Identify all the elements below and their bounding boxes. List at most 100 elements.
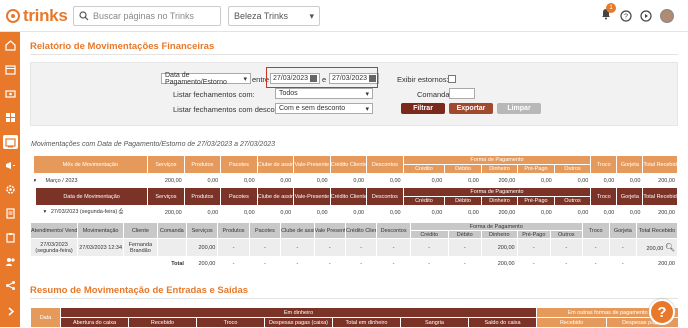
table-cell: 0,00 (256, 173, 295, 188)
reports-icon[interactable] (3, 135, 18, 149)
table-cell: - (313, 238, 346, 257)
table-cell: 0,00 (366, 205, 404, 220)
col-header: Gorjeta (608, 222, 637, 239)
col-header: Dinheiro (480, 164, 519, 174)
list-closings-select[interactable]: Todos ▾ (275, 88, 373, 99)
col-header: Serviços (147, 187, 185, 206)
table-cell: 200,00 (642, 205, 678, 220)
command-input[interactable] (449, 88, 475, 99)
table-cell: - (516, 256, 552, 271)
grid-icon[interactable] (5, 112, 16, 123)
expand-sidebar-icon[interactable] (5, 306, 16, 317)
table-cell: - (248, 256, 282, 271)
col-header: Produtos (183, 155, 222, 174)
col-header: Vale-Presente (293, 187, 331, 206)
notification-button[interactable]: 1 (600, 3, 616, 25)
table-cell: - (248, 238, 282, 257)
col-header: Pacotes (220, 155, 258, 174)
total-label: Total (30, 256, 187, 271)
table-cell: 200,00 🔍︎ (635, 238, 679, 257)
month-row[interactable]: ▾ Março / 2023 200,00 0,00 0,00 0,00 0,0… (32, 173, 678, 188)
col-header: Abertura do caixa (60, 317, 129, 328)
chevron-down-icon: ▾ (243, 75, 247, 83)
table-cell: Fernanda Brandão (123, 238, 158, 257)
table-cell: - (550, 256, 583, 271)
collapse-toggle-icon[interactable]: ▾ (44, 209, 47, 215)
date-type-select[interactable]: Data de Pagamento/Estorno ▾ (161, 72, 251, 86)
export-button[interactable]: Exportar (449, 103, 493, 114)
clear-button[interactable]: Limpar (497, 103, 541, 114)
table-cell: 0,00 (616, 205, 644, 220)
chevron-down-icon: ▾ (365, 105, 369, 113)
col-header: Crédito (402, 164, 446, 174)
search-placeholder: Buscar páginas no Trinks (93, 11, 195, 21)
table-cell: - (608, 256, 637, 271)
table-cell: 200,00 (480, 173, 519, 188)
col-header: Troco (581, 222, 610, 239)
document-icon[interactable] (5, 208, 16, 219)
payment-group-header: Forma de Pagamento (402, 155, 592, 165)
users-icon[interactable] (5, 256, 16, 267)
avatar[interactable] (660, 9, 674, 23)
play-icon[interactable] (640, 10, 652, 22)
table-row[interactable]: 27/03/2023 (segunda-feira) 27/03/2023 12… (29, 238, 679, 257)
gear-icon[interactable] (5, 184, 16, 195)
print-icon[interactable]: ⎙ (119, 209, 123, 215)
col-header: Dinheiro (480, 196, 519, 206)
collapse-toggle-icon[interactable]: ▾ (34, 178, 36, 184)
table-cell: 0,00 (293, 173, 331, 188)
table-cell: 27/03/2023 12:34 (77, 238, 125, 257)
table-cell: 0,00 (590, 205, 618, 220)
magnifier-icon[interactable]: 🔍︎ (665, 243, 675, 252)
clipboard-icon[interactable] (5, 232, 16, 243)
col-header: Sangria (400, 317, 469, 328)
col-header: Clube de assinaturas (256, 187, 295, 206)
page-title: Relatório de Movimentações Financeiras (30, 41, 215, 52)
col-header: Despesas pagas (caixa) (264, 317, 333, 328)
list-discount-select[interactable]: Com e sem desconto ▾ (275, 103, 373, 114)
help-icon[interactable]: ? (620, 10, 632, 22)
total-row: Total 200,00 - - - - - - - - 200,00 - - … (30, 256, 679, 271)
table-cell: 0,00 (517, 173, 555, 188)
megaphone-icon[interactable] (5, 160, 16, 171)
table-cell: 0,00 (220, 205, 258, 220)
filter-button[interactable]: Filtrar (401, 103, 445, 114)
search-input[interactable]: Buscar páginas no Trinks (73, 6, 221, 26)
share-icon[interactable] (5, 280, 16, 291)
calendar-icon[interactable] (5, 64, 16, 75)
company-name: Beleza Trinks (234, 11, 289, 21)
home-icon[interactable] (5, 40, 16, 51)
col-header: Recebido (536, 317, 608, 328)
detail-total: 200,00 (646, 246, 664, 252)
table-cell: - (409, 256, 449, 271)
help-chat-button[interactable]: ? (649, 299, 675, 325)
cash-icon[interactable] (5, 88, 16, 99)
list-closings-label: Listar fechamentos com: (173, 90, 255, 99)
col-header: Total Recebido (642, 187, 678, 206)
question-icon: ? (657, 303, 667, 321)
table-cell: 27/03/2023 (segunda-feira) (29, 238, 79, 257)
table-cell: - (581, 256, 610, 271)
table-cell: - (608, 238, 637, 257)
company-select[interactable]: Beleza Trinks ▾ (228, 6, 320, 26)
col-header: Pré-Pago (516, 230, 552, 239)
col-header: Débito (444, 164, 482, 174)
table-cell: 0,00 (366, 173, 404, 188)
table-cell: 0,00 (183, 205, 222, 220)
col-header: Crédito (409, 230, 449, 239)
col-header: Crédito (402, 196, 446, 206)
table-cell: - (447, 238, 483, 257)
trinks-logo[interactable]: trinks (6, 6, 68, 26)
col-header: Total Recebido (635, 222, 679, 239)
table-cell: - (313, 256, 346, 271)
table-cell (156, 238, 187, 257)
list-discount-value: Com e sem desconto (279, 105, 346, 112)
summary-table: Data Em dinheiro Em outras formas de pag… (30, 307, 680, 328)
show-reversals-checkbox[interactable] (448, 75, 456, 83)
payment-group-header: Forma de Pagamento (402, 187, 592, 197)
col-header: Serviços (147, 155, 185, 174)
col-header: Outros (553, 164, 592, 174)
col-header: Crédito Cliente (344, 222, 378, 239)
day-row[interactable]: ▾ 27/03/2023 (segunda-feira) ⎙ 200,00 0,… (32, 205, 678, 220)
logo-text: trinks (23, 6, 68, 25)
